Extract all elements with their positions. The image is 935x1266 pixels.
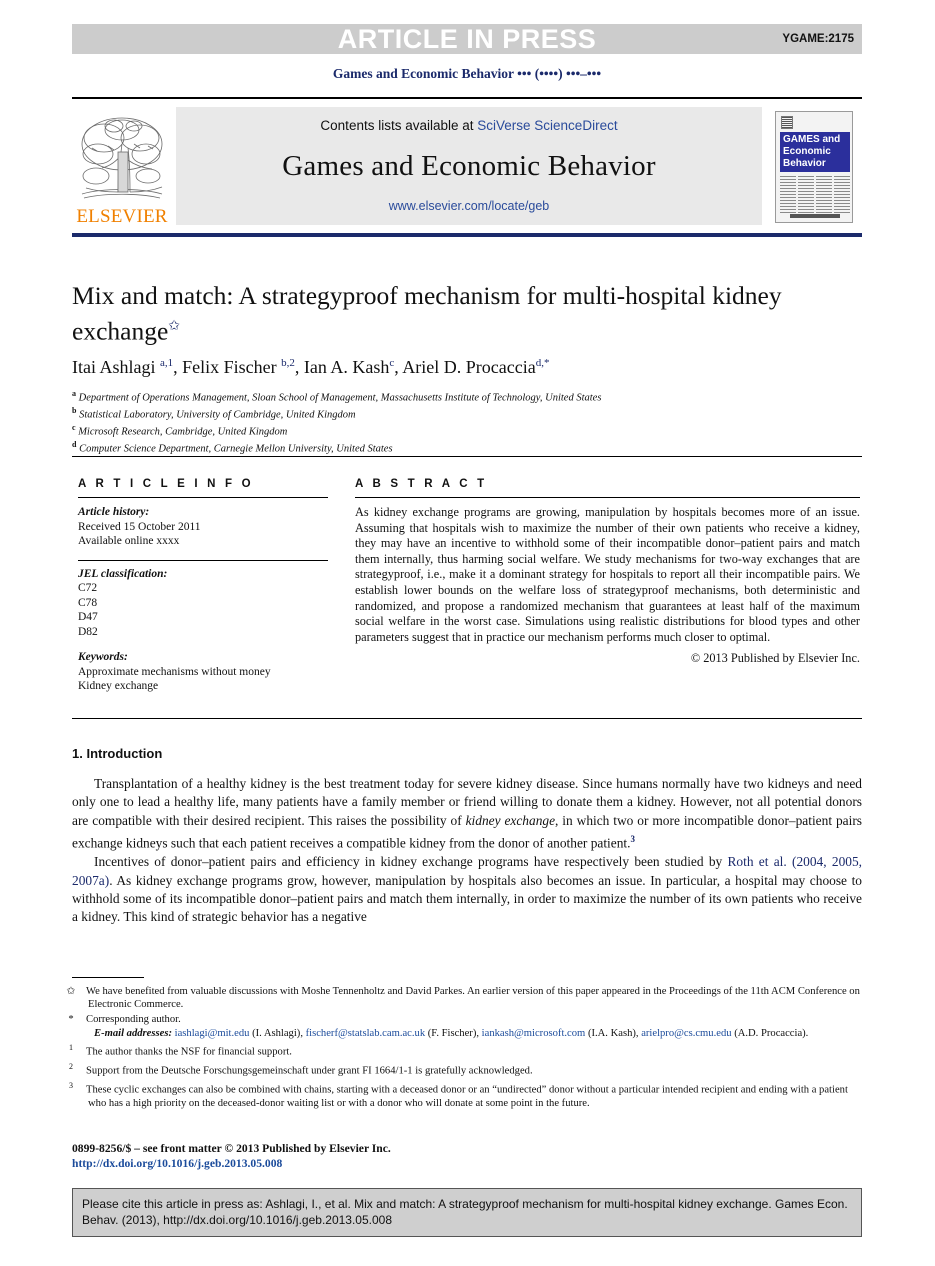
contents-available-line: Contents lists available at SciVerse Sci… xyxy=(320,118,617,133)
cover-footer-bar xyxy=(790,214,840,218)
keywords-block: Keywords: Approximate mechanisms without… xyxy=(78,650,328,694)
jel-code: C72 xyxy=(78,582,98,594)
cover-title-line-2: Economic xyxy=(783,146,831,157)
email-link-kash[interactable]: iankash@microsoft.com xyxy=(482,1028,586,1039)
journal-title: Games and Economic Behavior xyxy=(282,149,656,182)
footnote-separator xyxy=(72,977,144,978)
journal-cover-thumbnail: GAMES and Economic Behavior xyxy=(766,105,862,229)
footnote-1-mark: 1 xyxy=(69,1043,73,1053)
affiliation-mark: b xyxy=(72,406,77,416)
affiliation-item: a Department of Operations Management, S… xyxy=(72,388,862,405)
email-link-fischer[interactable]: fischerf@statslab.cam.ac.uk xyxy=(306,1028,425,1039)
article-info-heading: A R T I C L E I N F O xyxy=(78,478,254,490)
doi-link[interactable]: http://dx.doi.org/10.1016/j.geb.2013.05.… xyxy=(72,1157,282,1170)
elsevier-logo: ELSEVIER xyxy=(72,105,172,229)
footnote-2: 2 Support from the Deutsche Forschungsgem… xyxy=(69,1060,862,1078)
footnote-corresponding-mark: * xyxy=(68,1013,74,1025)
jel-label: JEL classification: xyxy=(78,567,168,580)
citation-notice-text: Please cite this article in press as: As… xyxy=(82,1197,848,1227)
affiliation-item: d Computer Science Department, Carnegie … xyxy=(72,439,862,456)
footnote-3-text: These cyclic exchanges can also be combi… xyxy=(86,1084,848,1109)
citation-notice-box: Please cite this article in press as: As… xyxy=(72,1188,862,1237)
email-owner-kash: (I.A. Kash) xyxy=(587,1027,636,1039)
jel-code: D47 xyxy=(78,611,98,623)
cover-contents-columns xyxy=(780,176,850,214)
keyword-item: Approximate mechanisms without money xyxy=(78,665,271,678)
abstract-copyright: © 2013 Published by Elsevier Inc. xyxy=(690,651,860,666)
footnote-star-text: We have benefited from valuable discussi… xyxy=(86,986,860,1011)
article-history-block: Article history: Received 15 October 201… xyxy=(78,505,328,549)
divider-below-abstract xyxy=(72,718,862,719)
affiliation-item: c Microsoft Research, Cambridge, United … xyxy=(72,422,862,439)
keyword-item: Kidney exchange xyxy=(78,680,159,692)
divider-above-info xyxy=(72,456,862,457)
footnote-2-mark: 2 xyxy=(69,1062,73,1072)
cover-title-line-3: Behavior xyxy=(783,158,826,169)
contents-prefix: Contents lists available at xyxy=(320,118,478,133)
affiliation-item: b Statistical Laboratory, University of … xyxy=(72,405,862,422)
keywords-label: Keywords: xyxy=(78,651,128,663)
elsevier-tree-icon xyxy=(81,117,163,199)
footnote-2-text: Support from the Deutsche Forschungsgeme… xyxy=(86,1065,533,1077)
footnote-section: ✩ We have benefited from valuable discuss… xyxy=(66,985,862,1111)
abstract-heading: A B S T R A C T xyxy=(355,478,488,490)
affiliation-mark: d xyxy=(72,440,77,450)
affiliation-text: Statistical Laboratory, University of Ca… xyxy=(79,409,356,421)
email-link-ashlagi[interactable]: iashlagi@mit.edu xyxy=(175,1028,250,1039)
jel-code: D82 xyxy=(78,625,98,638)
issn-line: 0899-8256/$ – see front matter © 2013 Pu… xyxy=(72,1142,391,1155)
email-link-procaccia[interactable]: arielpro@cs.cmu.edu xyxy=(641,1028,731,1039)
cover-title-block: GAMES and Economic Behavior xyxy=(780,132,850,172)
email-owner-procaccia: (A.D. Procaccia). xyxy=(734,1027,809,1039)
affiliation-mark: c xyxy=(72,423,76,433)
article-history-label: Article history: xyxy=(78,506,150,518)
front-matter-block: 0899-8256/$ – see front matter © 2013 Pu… xyxy=(72,1142,862,1171)
body-paragraph-2: Incentives of donor–patient pairs and ef… xyxy=(72,854,862,925)
footnote-star: ✩ We have benefited from valuable discuss… xyxy=(66,985,862,1012)
jel-code: C78 xyxy=(78,596,98,609)
elsevier-wordmark: ELSEVIER xyxy=(76,206,168,227)
footnote-3: 3 These cyclic exchanges can also be comb… xyxy=(69,1079,862,1110)
title-footnote-star-icon[interactable]: ✩ xyxy=(168,319,180,334)
footnote-star-mark: ✩ xyxy=(66,986,76,997)
article-history-line: Received 15 October 2011 xyxy=(78,520,201,533)
article-in-press-label: ARTICLE IN PRESS xyxy=(337,24,597,54)
page-title: Mix and match: A strategyproof mechanism… xyxy=(72,280,832,347)
footnote-emails: E-mail addresses: iashlagi@mit.edu (I. A… xyxy=(94,1027,809,1039)
affiliation-text: Computer Science Department, Carnegie Me… xyxy=(79,443,393,455)
jel-classification-block: JEL classification: C72 C78 D47 D82 xyxy=(78,567,328,640)
body-paragraph-1: Transplantation of a healthy kidney is t… xyxy=(72,776,862,851)
journal-masthead: ELSEVIER Contents lists available at Sci… xyxy=(72,97,862,237)
affiliation-mark: a xyxy=(72,389,76,398)
abstract-section: A B S T R A C T As kidney exchange progr… xyxy=(355,478,860,666)
running-head: Games and Economic Behavior ••• (••••) •… xyxy=(332,66,602,81)
cover-title-line-1: GAMES and xyxy=(783,134,841,145)
cover-corner-icon xyxy=(781,116,793,129)
article-body: 1. Introduction Transplantation of a hea… xyxy=(72,746,862,927)
article-title-text: Mix and match: A strategyproof mechanism… xyxy=(72,281,782,346)
footnote-corresponding-text: Corresponding author. xyxy=(86,1013,181,1025)
email-owner-ashlagi: (I. Ashlagi) xyxy=(252,1027,301,1039)
affiliation-list: a Department of Operations Management, S… xyxy=(72,388,862,456)
affiliation-text: Microsoft Research, Cambridge, United Ki… xyxy=(78,426,288,438)
article-history-line: Available online xxxx xyxy=(78,535,180,547)
sciencedirect-link[interactable]: SciVerse ScienceDirect xyxy=(477,118,617,133)
email-owner-fischer: (F. Fischer) xyxy=(427,1027,477,1039)
affiliation-text: Department of Operations Management, Slo… xyxy=(78,392,602,404)
article-code-label: YGAME:2175 xyxy=(782,33,854,45)
email-label: E-mail addresses: xyxy=(94,1027,172,1039)
footnote-1: 1 The author thanks the NSF for financial… xyxy=(69,1041,862,1059)
journal-banner: Contents lists available at SciVerse Sci… xyxy=(176,107,762,225)
author-list: Itai Ashlagi a,1, Felix Fischer b,2, Ian… xyxy=(72,357,550,377)
section-heading-introduction: 1. Introduction xyxy=(72,746,163,761)
article-in-press-banner: ARTICLE IN PRESS YGAME:2175 xyxy=(72,24,862,54)
footnote-3-mark: 3 xyxy=(69,1080,73,1090)
footnote-1-text: The author thanks the NSF for financial … xyxy=(86,1046,292,1058)
article-info-section: A R T I C L E I N F O Article history: R… xyxy=(78,478,328,694)
journal-homepage-link[interactable]: www.elsevier.com/locate/geb xyxy=(389,199,550,213)
abstract-text: As kidney exchange programs are growing,… xyxy=(355,505,860,644)
footnote-corresponding: * Corresponding author. xyxy=(68,1013,862,1026)
